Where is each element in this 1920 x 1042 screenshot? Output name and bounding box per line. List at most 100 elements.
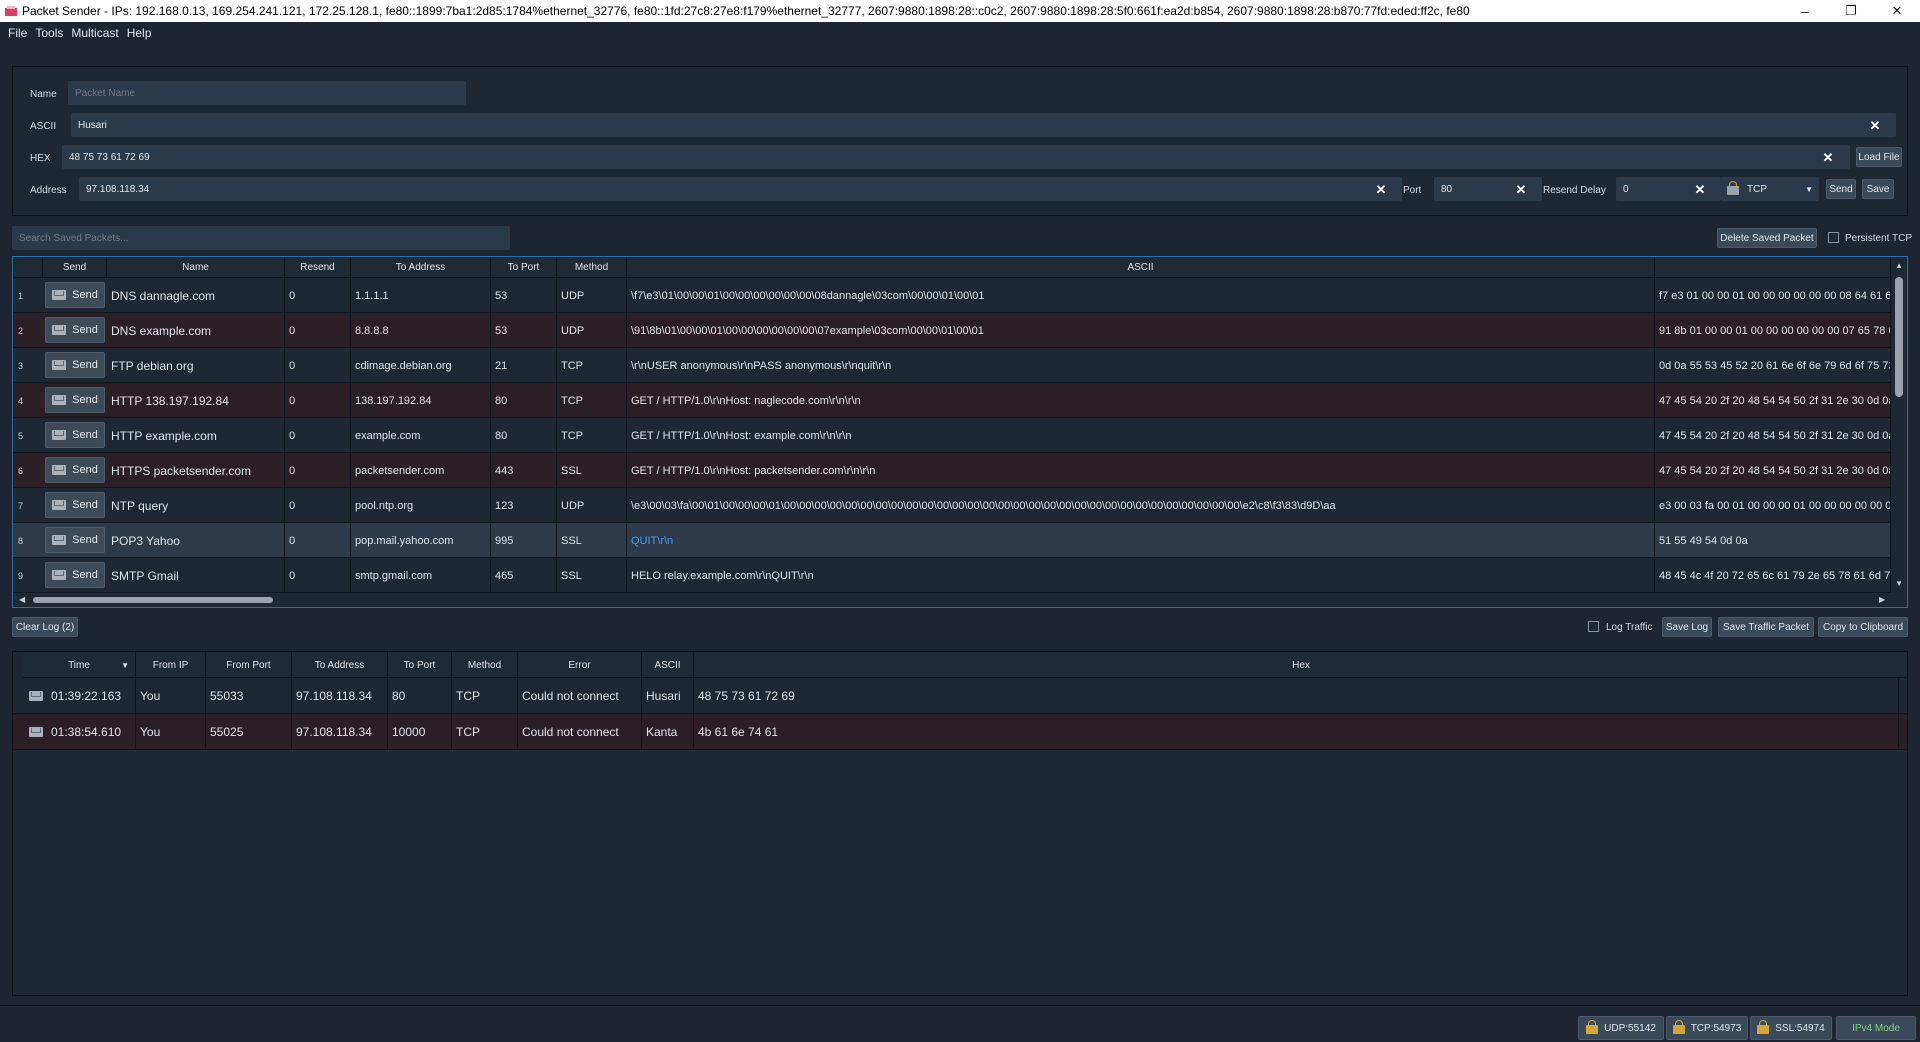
header-name[interactable]: Name [107, 257, 285, 278]
packet-row[interactable]: 4 Send HTTP 138.197.192.84 0 138.197.192.84 8… [13, 383, 1891, 418]
save-button[interactable]: Save [1862, 179, 1894, 199]
packet-row[interactable]: 6 Send HTTPS packetsender.com 0 packetsender… [13, 453, 1891, 488]
udp-server-button[interactable]: UDP:55142 [1578, 1016, 1664, 1040]
menu-file[interactable]: File [4, 26, 31, 40]
packet-port-cell: 123 [491, 488, 557, 523]
ascii-input[interactable]: Husari [71, 113, 1896, 137]
header-send[interactable]: Send [43, 257, 107, 278]
send-packet-button[interactable]: Send [45, 492, 105, 518]
header-to-port[interactable]: To Port [491, 257, 557, 278]
address-input[interactable]: 97.108.118.34 [79, 177, 1402, 201]
header-log-hex[interactable]: Hex [694, 652, 1907, 678]
delete-saved-packet-button[interactable]: Delete Saved Packet [1717, 228, 1817, 248]
status-bar: UDP:55142 TCP:54973 SSL:54974 IPv4 Mode [0, 1005, 1920, 1042]
envelope-icon [52, 465, 67, 475]
packets-hscroll-thumb[interactable] [33, 597, 273, 603]
packet-row[interactable]: 8 Send POP3 Yahoo 0 pop.mail.yahoo.com 995 SSL… [13, 523, 1891, 558]
traffic-log-table: Time ▼ From IP From Port To Address To P… [12, 651, 1908, 996]
clear-port-icon[interactable]: ✕ [1514, 183, 1528, 197]
envelope-icon [52, 430, 67, 440]
header-time[interactable]: Time ▼ [23, 652, 136, 678]
scroll-left-icon[interactable]: ◀ [19, 595, 25, 604]
packets-horizontal-scrollbar[interactable]: ◀ ▶ [13, 593, 1891, 607]
header-log-to-port[interactable]: To Port [388, 652, 452, 678]
header-hex[interactable] [1655, 257, 1891, 278]
search-saved-packets-input[interactable]: Search Saved Packets... [12, 226, 510, 250]
tcp-server-button[interactable]: TCP:54973 [1666, 1016, 1748, 1040]
header-ascii[interactable]: ASCII [627, 257, 1655, 278]
log-error-cell: Could not connect [518, 714, 642, 750]
packet-port-cell: 80 [491, 383, 557, 418]
header-method[interactable]: Method [557, 257, 627, 278]
packet-row[interactable]: 5 Send HTTP example.com 0 example.com 80 TCP GE… [13, 418, 1891, 453]
packet-name-cell: HTTP 138.197.192.84 [107, 383, 285, 418]
load-file-button[interactable]: Load File [1856, 147, 1902, 167]
send-packet-button[interactable]: Send [45, 317, 105, 343]
copy-to-clipboard-button[interactable]: Copy to Clipboard [1818, 617, 1908, 637]
header-from-port[interactable]: From Port [206, 652, 292, 678]
packet-method-cell: UDP [557, 278, 627, 313]
clear-hex-icon[interactable]: ✕ [1821, 151, 1835, 165]
packet-row[interactable]: 9 Send SMTP Gmail 0 smtp.gmail.com 465 SSL HELO… [13, 558, 1891, 593]
header-resend[interactable]: Resend [285, 257, 351, 278]
clear-log-button[interactable]: Clear Log (2) [12, 617, 78, 637]
packet-row[interactable]: 2 Send DNS example.com 0 8.8.8.8 53 UDP \91\8b\… [13, 313, 1891, 348]
log-ascii-cell: Kanta [642, 714, 694, 750]
log-row[interactable]: 01:38:54.610 You 55025 97.108.118.34 10000 TC… [13, 714, 1907, 750]
log-time-cell: 01:38:54.610 [23, 714, 136, 750]
minimize-button[interactable]: – [1782, 0, 1828, 22]
header-error[interactable]: Error [518, 652, 642, 678]
header-to-address[interactable]: To Address [351, 257, 491, 278]
log-to-address-cell: 97.108.118.34 [292, 714, 388, 750]
scroll-down-icon[interactable]: ▼ [1895, 579, 1903, 588]
log-row[interactable]: 01:39:22.163 You 55033 97.108.118.34 80 TCP Co… [13, 678, 1907, 714]
packet-name-input[interactable]: Packet Name [68, 81, 466, 105]
send-packet-button[interactable]: Send [45, 562, 105, 588]
packet-row[interactable]: 3 Send FTP debian.org 0 cdimage.debian.org 21… [13, 348, 1891, 383]
clear-address-icon[interactable]: ✕ [1374, 183, 1388, 197]
header-log-method[interactable]: Method [452, 652, 518, 678]
ssl-server-button[interactable]: SSL:54974 [1750, 1016, 1832, 1040]
packet-port-cell: 21 [491, 348, 557, 383]
packet-method-cell: SSL [557, 453, 627, 488]
packet-name-cell: DNS example.com [107, 313, 285, 348]
send-button[interactable]: Send [1826, 179, 1856, 199]
row-number: 7 [18, 500, 24, 511]
clear-resend-icon[interactable]: ✕ [1693, 183, 1707, 197]
send-packet-button[interactable]: Send [45, 352, 105, 378]
packet-hex-cell: 47 45 54 20 2f 20 48 54 54 50 2f 31 2e 3… [1655, 453, 1891, 488]
app-logo-icon [5, 6, 17, 16]
packet-method-cell: UDP [557, 313, 627, 348]
menu-tools[interactable]: Tools [31, 26, 67, 40]
method-select[interactable]: TCP ▼ [1721, 177, 1819, 201]
send-packet-button[interactable]: Send [45, 282, 105, 308]
menu-help[interactable]: Help [123, 26, 156, 40]
hex-input[interactable]: 48 75 73 61 72 69 [62, 145, 1850, 169]
send-packet-button[interactable]: Send [45, 387, 105, 413]
packet-row[interactable]: 7 Send NTP query 0 pool.ntp.org 123 UDP \e3\00\… [13, 488, 1891, 523]
header-log-to-address[interactable]: To Address [292, 652, 388, 678]
send-packet-button[interactable]: Send [45, 457, 105, 483]
header-log-ascii[interactable]: ASCII [642, 652, 694, 678]
scroll-up-icon[interactable]: ▲ [1895, 261, 1903, 270]
menu-multicast[interactable]: Multicast [67, 26, 122, 40]
close-button[interactable]: ✕ [1874, 0, 1920, 22]
send-packet-button[interactable]: Send [45, 422, 105, 448]
packet-resend-cell: 0 [285, 278, 351, 313]
packets-vertical-scrollbar[interactable]: ▲ ▼ [1891, 257, 1907, 607]
clear-ascii-icon[interactable]: ✕ [1868, 119, 1882, 133]
save-traffic-packet-button[interactable]: Save Traffic Packet [1718, 617, 1814, 637]
scroll-right-icon[interactable]: ▶ [1879, 595, 1885, 604]
packet-row[interactable]: 1 Send DNS dannagle.com 0 1.1.1.1 53 UDP \f7\e3… [13, 278, 1891, 313]
packets-vscroll-thumb[interactable] [1895, 277, 1903, 397]
send-packet-button[interactable]: Send [45, 527, 105, 553]
method-value: TCP [1747, 183, 1767, 195]
persistent-tcp-checkbox[interactable] [1828, 232, 1839, 243]
log-traffic-checkbox[interactable] [1588, 621, 1599, 632]
save-log-button[interactable]: Save Log [1662, 617, 1712, 637]
restore-button[interactable]: ❐ [1828, 0, 1874, 22]
ipv4-mode-button[interactable]: IPv4 Mode [1836, 1016, 1916, 1040]
ascii-label: ASCII [30, 121, 57, 132]
header-from-ip[interactable]: From IP [136, 652, 206, 678]
packet-resend-cell: 0 [285, 383, 351, 418]
